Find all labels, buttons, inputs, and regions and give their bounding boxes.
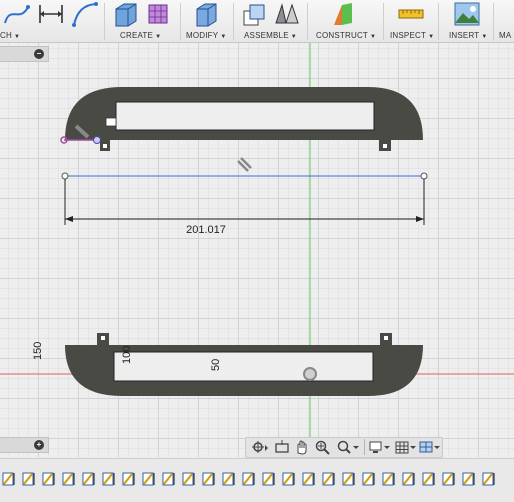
toolbar-separator (493, 3, 494, 40)
sketch-feature-icon[interactable] (382, 471, 396, 487)
spline-icon[interactable] (2, 1, 32, 27)
sketch-feature-icon[interactable] (82, 471, 96, 487)
sketch-feature-icon[interactable] (322, 471, 336, 487)
arc-icon[interactable] (70, 1, 100, 27)
sketch-feature-icon[interactable] (482, 471, 496, 487)
toolbar-separator (383, 3, 384, 40)
inspect-group[interactable]: INSPECT ▼ (386, 0, 436, 42)
design-canvas[interactable]: − + 201.017 150 100 50 (0, 43, 514, 458)
sketch-feature-icon[interactable] (122, 471, 136, 487)
measure-icon[interactable] (396, 1, 426, 29)
assemble-group[interactable]: ASSEMBLE ▼ (236, 0, 302, 42)
bottom-body[interactable] (65, 333, 423, 396)
insert-canvas-icon[interactable] (453, 1, 481, 29)
navbar-separator (364, 439, 365, 455)
modify-group[interactable]: MODIFY ▼ (182, 0, 230, 42)
sketch-feature-icon[interactable] (442, 471, 456, 487)
origin-point[interactable] (303, 367, 317, 381)
joint-icon[interactable] (272, 1, 302, 29)
dimension-icon[interactable] (36, 1, 66, 27)
sketch-menu[interactable]: CH ▼ (0, 31, 20, 40)
parallel-constraint-icon[interactable] (237, 157, 252, 172)
sketch-feature-icon[interactable] (102, 471, 116, 487)
toolbar-separator (233, 3, 234, 40)
toolbar-separator (438, 3, 439, 40)
zoom-icon[interactable] (336, 439, 360, 455)
sketch-feature-icon[interactable] (222, 471, 236, 487)
sketch-point[interactable] (420, 172, 428, 180)
navigation-bar (245, 437, 443, 458)
toolbar-separator (307, 3, 308, 40)
insert-group[interactable]: INSERT ▼ (441, 0, 491, 42)
grid-settings-icon[interactable] (394, 439, 418, 455)
sketch-feature-icon[interactable] (282, 471, 296, 487)
sketch-feature-icon[interactable] (402, 471, 416, 487)
sketch-feature-icon[interactable] (242, 471, 256, 487)
modify-menu[interactable]: MODIFY ▼ (186, 31, 226, 40)
toolbar-separator (180, 3, 181, 40)
insert-menu[interactable]: INSERT ▼ (449, 31, 488, 40)
create-group[interactable]: CREATE ▼ (106, 0, 176, 42)
pan-icon[interactable] (294, 439, 310, 455)
new-component-icon[interactable] (240, 1, 270, 29)
offset-plane-icon[interactable] (330, 1, 360, 29)
display-settings-icon[interactable] (368, 439, 392, 455)
timeline (0, 458, 514, 502)
dimension-100[interactable]: 100 (121, 346, 133, 364)
sketch-feature-icon[interactable] (202, 471, 216, 487)
sketch-feature-icon[interactable] (62, 471, 76, 487)
make-group[interactable]: MA (496, 0, 514, 42)
sketch-feature-icon[interactable] (2, 471, 16, 487)
viewports-icon[interactable] (418, 439, 442, 455)
sketch-feature-icon[interactable] (22, 471, 36, 487)
sketch-feature-icon[interactable] (42, 471, 56, 487)
sketch-feature-icon[interactable] (142, 471, 156, 487)
dimension-150[interactable]: 150 (32, 342, 44, 360)
horizontal-dimension[interactable]: 201.017 (64, 179, 425, 236)
construct-group[interactable]: CONSTRUCT ▼ (310, 0, 380, 42)
sketch-feature-icon[interactable] (262, 471, 276, 487)
form-icon[interactable] (144, 1, 174, 29)
inspect-menu[interactable]: INSPECT ▼ (390, 31, 434, 40)
orbit-icon[interactable] (250, 439, 270, 455)
sketch-feature-icon[interactable] (462, 471, 476, 487)
toolbar-separator (104, 3, 105, 40)
dimension-value[interactable]: 201.017 (186, 224, 226, 236)
sketch-feature-icon[interactable] (362, 471, 376, 487)
press-pull-icon[interactable] (192, 1, 222, 29)
dimension-50[interactable]: 50 (210, 359, 222, 371)
sketch-feature-icon[interactable] (422, 471, 436, 487)
sketch-scene: 201.017 150 100 50 (0, 43, 514, 457)
sketch-feature-icon[interactable] (182, 471, 196, 487)
sketch-feature-icon[interactable] (302, 471, 316, 487)
look-at-icon[interactable] (274, 439, 290, 455)
sketch-group[interactable]: CH ▼ (0, 0, 103, 42)
sketch-feature-icon[interactable] (162, 471, 176, 487)
make-menu[interactable]: MA (499, 31, 511, 40)
sketch-point[interactable] (61, 172, 69, 180)
toolbar: CH ▼ CREATE ▼ MODIFY ▼ ASSEMBLE ▼ CONSTRUCT ▼… (0, 0, 514, 43)
create-menu[interactable]: CREATE ▼ (120, 31, 161, 40)
extrude-icon[interactable] (110, 1, 140, 29)
construct-menu[interactable]: CONSTRUCT ▼ (316, 31, 376, 40)
sketch-feature-icon[interactable] (342, 471, 356, 487)
zoom-window-icon[interactable] (314, 439, 332, 455)
assemble-menu[interactable]: ASSEMBLE ▼ (244, 31, 297, 40)
top-body[interactable] (65, 87, 423, 151)
